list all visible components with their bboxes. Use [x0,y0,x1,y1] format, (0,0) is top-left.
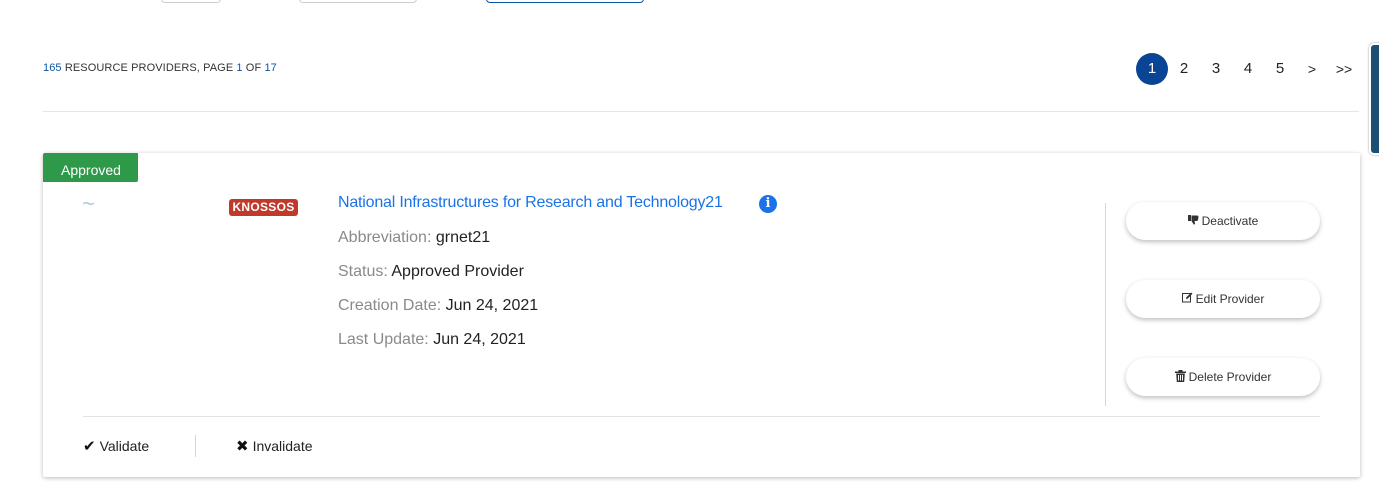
page-4-button[interactable]: 4 [1232,53,1264,85]
edit-provider-label: Edit Provider [1195,292,1265,306]
last-update-value: Jun 24, 2021 [433,331,526,348]
page-3-button[interactable]: 3 [1200,53,1232,85]
provider-title-link[interactable]: National Infrastructures for Research an… [338,194,723,212]
next-page-button[interactable]: > [1296,53,1328,85]
filter-control-2[interactable] [299,0,417,3]
results-of: OF [245,62,262,74]
provider-card: Approved ~ KNOSSOS National Infrastructu… [43,153,1360,477]
last-update-field: Last Update: Jun 24, 2021 [338,331,526,349]
total-pages: 17 [264,62,277,74]
last-update-label: Last Update: [338,331,429,348]
delete-provider-button[interactable]: Delete Provider [1126,358,1320,396]
loading-placeholder-icon: ~ [82,191,95,216]
status-label: Status: [338,263,388,280]
creation-date-value: Jun 24, 2021 [445,297,539,314]
divider [43,111,1359,112]
abbreviation-value: grnet21 [435,229,491,246]
status-badge: Approved [43,153,138,182]
abbreviation-label: Abbreviation: [338,229,432,246]
filter-control-1[interactable] [161,0,221,3]
status-field: Status: Approved Provider [338,263,524,281]
side-feedback-tab[interactable] [1369,43,1379,155]
invalidate-button[interactable]: ✖ Invalidate [236,437,313,455]
validate-label: Validate [99,438,150,454]
filter-control-3[interactable] [486,0,644,3]
provider-logo: KNOSSOS [229,199,298,216]
page-1-button[interactable]: 1 [1136,53,1168,85]
page-2-button[interactable]: 2 [1168,53,1200,85]
current-page: 1 [236,62,243,74]
trash-icon [1174,369,1186,385]
results-count: 165 [43,62,62,74]
last-page-button[interactable]: >> [1328,53,1360,85]
creation-date-label: Creation Date: [338,297,442,314]
status-value: Approved Provider [391,263,524,280]
thumbs-down-icon [1187,214,1199,228]
creation-date-field: Creation Date: Jun 24, 2021 [338,297,538,315]
x-icon: ✖ [236,438,249,455]
results-label: RESOURCE PROVIDERS, PAGE [64,62,234,74]
deactivate-button[interactable]: Deactivate [1126,202,1320,240]
invalidate-label: Invalidate [252,438,313,454]
card-footer-divider [83,416,1320,417]
validate-button[interactable]: ✔ Validate [83,437,149,455]
info-icon[interactable]: i [759,195,777,213]
check-icon: ✔ [83,438,96,455]
actions-divider [1105,203,1106,406]
edit-provider-button[interactable]: Edit Provider [1126,280,1320,318]
pagination: 1 2 3 4 5 > >> [1136,53,1360,85]
edit-icon [1181,292,1193,306]
delete-provider-label: Delete Provider [1188,370,1272,384]
footer-separator [195,435,196,457]
page-5-button[interactable]: 5 [1264,53,1296,85]
abbreviation-field: Abbreviation: grnet21 [338,229,490,247]
deactivate-label: Deactivate [1201,214,1259,228]
results-summary: 165 RESOURCE PROVIDERS, PAGE 1 OF 17 [43,62,277,74]
